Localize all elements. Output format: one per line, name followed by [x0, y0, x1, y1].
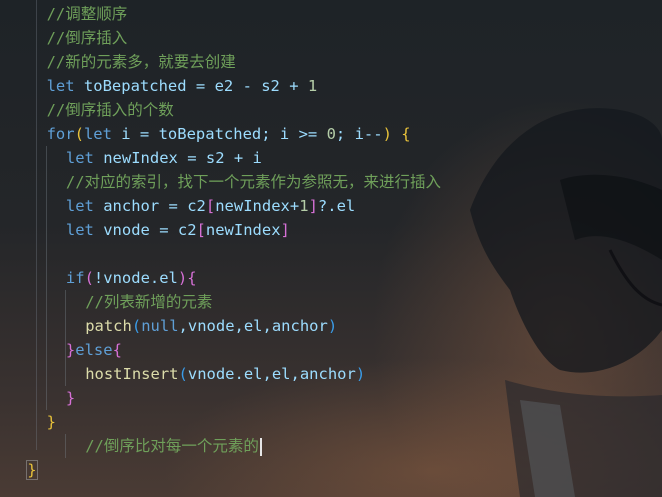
- code-token: ): [327, 317, 338, 335]
- code-token: ,vnode,el,anchor: [178, 317, 328, 335]
- code-token: i = toBepatched; i >=: [111, 125, 327, 143]
- code-token: newIndex = s2 + i: [93, 149, 262, 167]
- code-token: (: [178, 365, 188, 383]
- code-line[interactable]: }else{: [66, 338, 122, 362]
- code-token: if: [65, 269, 85, 287]
- code-token: 0: [326, 125, 336, 143]
- code-token: else: [75, 341, 113, 359]
- code-line[interactable]: //倒序比对每一个元素的: [85, 434, 262, 458]
- code-token: (: [84, 269, 94, 287]
- code-token: newIndex: [205, 221, 281, 239]
- code-line[interactable]: //倒序插入的个数: [47, 98, 174, 122]
- code-line[interactable]: if(!vnode.el){: [66, 266, 197, 290]
- code-token: ): [355, 365, 366, 383]
- code-editor[interactable]: //调整顺序 //倒序插入 //新的元素多，就要去创建 let toBepatched…: [0, 0, 662, 497]
- code-token: patch: [85, 317, 132, 335]
- code-token: }: [46, 413, 56, 431]
- code-line[interactable]: //列表新增的元素: [85, 290, 212, 314]
- code-token: //倒序比对每一个元素的: [85, 437, 259, 455]
- text-cursor: [259, 437, 262, 456]
- code-token: }: [65, 389, 76, 407]
- code-token: ): [177, 269, 188, 287]
- code-token: for: [46, 125, 75, 143]
- code-token: ]: [308, 197, 318, 215]
- code-token: (: [74, 125, 84, 143]
- code-token: toBepatched = e2 - s2 +: [74, 77, 308, 95]
- code-token: ; i--: [335, 125, 383, 143]
- code-token: let: [83, 125, 112, 143]
- code-line[interactable]: patch(null,vnode,el,anchor): [85, 314, 337, 338]
- gutter-divider: [36, 0, 37, 450]
- code-line[interactable]: hostInsert(vnode.el,el,anchor): [85, 362, 365, 386]
- code-token: (: [131, 317, 142, 335]
- code-token: vnode = c2: [93, 221, 197, 239]
- code-token: {: [112, 341, 122, 359]
- code-line[interactable]: let toBepatched = e2 - s2 + 1: [47, 74, 318, 98]
- code-line[interactable]: let anchor = c2[newIndex+1]?.el: [66, 194, 355, 218]
- code-token: 1: [307, 77, 318, 95]
- code-token: null: [141, 317, 179, 335]
- code-token: ): [382, 125, 392, 143]
- code-token: [: [205, 197, 216, 215]
- code-line[interactable]: let newIndex = s2 + i: [66, 146, 262, 170]
- code-token: anchor = c2: [93, 197, 206, 215]
- code-token: //调整顺序: [46, 5, 128, 23]
- code-line[interactable]: //倒序插入: [47, 26, 128, 50]
- code-line[interactable]: //新的元素多，就要去创建: [47, 50, 236, 74]
- code-token: hostInsert: [85, 365, 179, 383]
- code-line[interactable]: //对应的索引，找下一个元素作为参照无，来进行插入: [66, 170, 441, 194]
- code-token: ?.el: [317, 197, 356, 215]
- code-line[interactable]: //调整顺序: [47, 2, 128, 26]
- code-token: ]: [280, 221, 290, 239]
- code-token: //新的元素多，就要去创建: [46, 53, 236, 71]
- code-token: //列表新增的元素: [85, 293, 213, 311]
- code-token: {: [391, 125, 411, 143]
- code-line[interactable]: for(let i = toBepatched; i >= 0; i--) {: [47, 122, 411, 146]
- code-token: }: [65, 341, 76, 359]
- code-token: let: [65, 197, 94, 215]
- code-token: let: [65, 221, 94, 239]
- code-token: vnode.el,el,anchor: [187, 365, 356, 383]
- code-line[interactable]: }: [47, 410, 56, 434]
- code-token: let: [46, 77, 75, 95]
- indent-guide: [46, 146, 47, 410]
- indent-guide: [65, 434, 66, 458]
- code-token: //倒序插入的个数: [46, 101, 174, 119]
- code-line[interactable]: }: [66, 386, 75, 410]
- code-token: !vnode.el: [93, 269, 178, 287]
- code-token: //对应的索引，找下一个元素作为参照无，来进行插入: [65, 173, 442, 191]
- code-token: let: [65, 149, 94, 167]
- code-token: {: [187, 269, 197, 287]
- code-token: //倒序插入: [46, 29, 128, 47]
- code-token: }: [26, 460, 38, 480]
- code-token: newIndex+: [215, 197, 300, 215]
- code-token: 1: [299, 197, 309, 215]
- code-token: [: [196, 221, 206, 239]
- code-line[interactable]: let vnode = c2[newIndex]: [66, 218, 290, 242]
- code-line[interactable]: }: [26, 458, 38, 482]
